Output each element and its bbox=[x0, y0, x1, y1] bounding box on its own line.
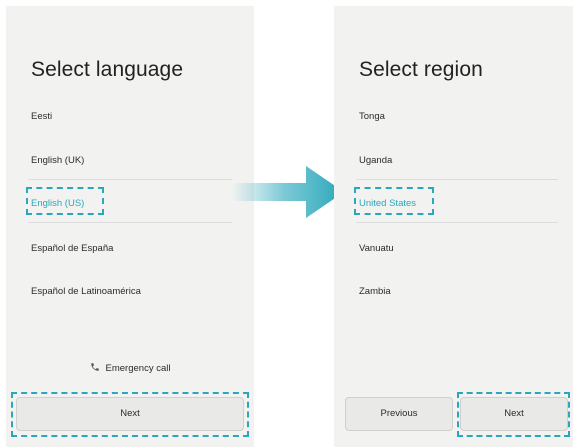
language-item-espanol-latinoamerica[interactable]: Español de Latinoamérica bbox=[31, 286, 141, 297]
region-item-zambia[interactable]: Zambia bbox=[359, 286, 391, 297]
divider bbox=[356, 222, 558, 223]
phone-icon bbox=[90, 363, 99, 371]
region-item-uganda[interactable]: Uganda bbox=[359, 155, 392, 166]
button-highlight bbox=[11, 392, 249, 437]
divider bbox=[28, 222, 232, 223]
emergency-call-link[interactable]: Emergency call bbox=[6, 362, 254, 374]
language-screen: Select language Eesti English (UK) Engli… bbox=[6, 6, 254, 447]
right-arrow-icon bbox=[232, 166, 344, 218]
button-highlight bbox=[457, 392, 570, 437]
previous-button-label: Previous bbox=[380, 408, 418, 419]
emergency-call-label: Emergency call bbox=[105, 363, 171, 374]
region-item-tonga[interactable]: Tonga bbox=[359, 111, 385, 122]
selection-highlight bbox=[26, 187, 104, 215]
page-title: Select language bbox=[31, 58, 184, 81]
language-item-espanol-espana[interactable]: Español de España bbox=[31, 243, 113, 254]
previous-button[interactable]: Previous bbox=[345, 397, 453, 431]
selection-highlight bbox=[354, 187, 434, 215]
region-item-vanuatu[interactable]: Vanuatu bbox=[359, 243, 394, 254]
language-item-eesti[interactable]: Eesti bbox=[31, 111, 52, 122]
divider bbox=[28, 179, 232, 180]
divider bbox=[356, 179, 558, 180]
page-title: Select region bbox=[359, 58, 483, 81]
region-screen: Select region Tonga Uganda United States… bbox=[334, 6, 573, 447]
language-item-english-uk[interactable]: English (UK) bbox=[31, 155, 84, 166]
